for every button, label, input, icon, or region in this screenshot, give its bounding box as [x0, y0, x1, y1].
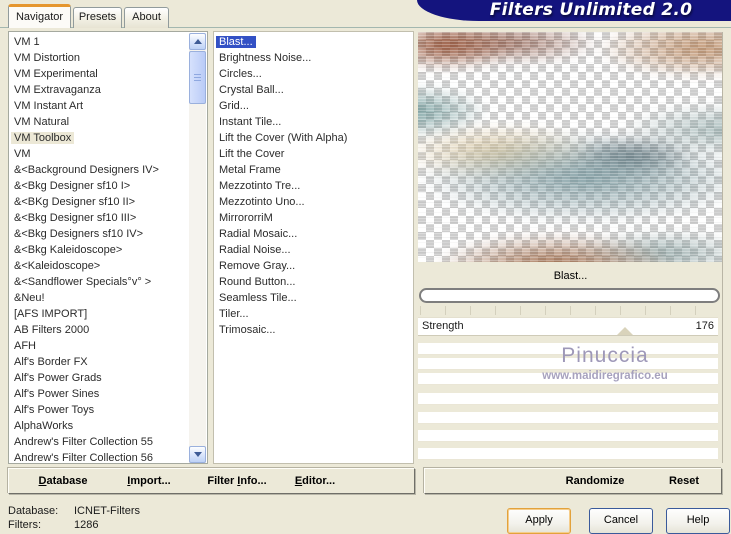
filter-list[interactable]: Blast...Brightness Noise...Circles...Cry… — [213, 31, 414, 464]
selected-filter-label: Blast... — [418, 269, 723, 283]
database-button[interactable]: Database — [29, 469, 97, 493]
filter-preview — [418, 32, 723, 262]
list-item[interactable]: Circles... — [216, 66, 412, 82]
list-item[interactable]: VM Experimental — [11, 66, 188, 82]
list-item[interactable]: VM Extravaganza — [11, 82, 188, 98]
list-item[interactable]: Alf's Power Toys — [11, 402, 188, 418]
help-button[interactable]: Help — [666, 508, 730, 534]
slider-tick-marks — [420, 306, 718, 315]
list-item[interactable]: &<BKg Designer sf10 II> — [11, 194, 188, 210]
list-item[interactable]: Andrew's Filter Collection 56 — [11, 450, 188, 462]
filter-info-button[interactable]: Filter Info... — [193, 469, 281, 493]
scrollbar-grip-icon — [194, 74, 201, 81]
list-item[interactable]: Radial Noise... — [216, 242, 412, 258]
status-filters-value: 1286 — [74, 519, 98, 531]
category-list[interactable]: VM 1VM DistortionVM ExperimentalVM Extra… — [8, 31, 208, 464]
filter-list-items: Blast...Brightness Noise...Circles...Cry… — [216, 34, 412, 462]
list-item[interactable]: AFH — [11, 338, 188, 354]
list-item[interactable]: Tiler... — [216, 306, 412, 322]
list-item[interactable]: Remove Gray... — [216, 258, 412, 274]
strength-slider[interactable]: Strength 176 — [418, 317, 718, 336]
list-item[interactable]: Mezzotinto Uno... — [216, 194, 412, 210]
list-item[interactable]: Lift the Cover (With Alpha) — [216, 130, 412, 146]
import-button[interactable]: Import... — [115, 469, 183, 493]
list-item[interactable]: &<Bkg Designer sf10 I> — [11, 178, 188, 194]
list-item[interactable]: VM Instant Art — [11, 98, 188, 114]
list-item[interactable]: Alf's Power Sines — [11, 386, 188, 402]
status-database-label: Database: — [8, 505, 58, 517]
list-item[interactable]: VM — [11, 146, 188, 162]
list-item[interactable]: Instant Tile... — [216, 114, 412, 130]
list-item[interactable]: Mezzotinto Tre... — [216, 178, 412, 194]
list-item[interactable]: &<Bkg Kaleidoscope> — [11, 242, 188, 258]
scrollbar-thumb[interactable] — [189, 51, 206, 104]
list-item[interactable]: &<Background Designers IV> — [11, 162, 188, 178]
list-item[interactable]: &<Kaleidoscope> — [11, 258, 188, 274]
filters-unlimited-dialog: { "title_bar": { "banner_text": "Filters… — [0, 0, 731, 530]
scroll-down-button[interactable] — [189, 446, 206, 463]
parameter-row — [418, 430, 718, 442]
list-item[interactable]: VM Toolbox — [11, 130, 188, 146]
list-item[interactable]: Andrew's Filter Collection 55 — [11, 434, 188, 450]
app-title: Filters Unlimited 2.0 — [459, 0, 723, 21]
list-item[interactable]: &Neu! — [11, 290, 188, 306]
list-item[interactable]: AlphaWorks — [11, 418, 188, 434]
strength-slider-value: 176 — [696, 320, 714, 332]
progress-bar — [419, 288, 720, 303]
list-item[interactable]: AB Filters 2000 — [11, 322, 188, 338]
list-item[interactable]: &<Sandflower Specials°v° > — [11, 274, 188, 290]
list-item[interactable]: Blast... — [216, 34, 412, 50]
editor-button[interactable]: Editor... — [285, 469, 345, 493]
chevron-down-icon — [194, 452, 202, 457]
list-item[interactable]: Crystal Ball... — [216, 82, 412, 98]
apply-button[interactable]: Apply — [507, 508, 571, 534]
toolbar-left: Database Import... Filter Info...Editor... — [8, 468, 415, 494]
status-database-value: ICNET-Filters — [74, 505, 140, 517]
randomize-button[interactable]: Randomize — [557, 469, 633, 493]
scroll-up-button[interactable] — [189, 33, 206, 50]
cancel-button[interactable]: Cancel — [589, 508, 653, 534]
tab-about[interactable]: About — [124, 7, 169, 28]
list-item[interactable]: &<Bkg Designers sf10 IV> — [11, 226, 188, 242]
list-item[interactable]: Seamless Tile... — [216, 290, 412, 306]
parameter-row — [418, 358, 718, 370]
preview-blast-streaks — [418, 32, 723, 262]
tab-presets[interactable]: Presets — [73, 7, 122, 28]
category-scrollbar[interactable] — [189, 33, 206, 463]
parameter-row — [418, 412, 718, 424]
status-database: Database: ICNET-Filters — [8, 505, 258, 517]
list-item[interactable]: VM 1 — [11, 34, 188, 50]
reset-button[interactable]: Reset — [657, 469, 711, 493]
tab-navigator[interactable]: Navigator — [8, 4, 71, 28]
list-item[interactable]: VM Distortion — [11, 50, 188, 66]
list-item[interactable]: Lift the Cover — [216, 146, 412, 162]
list-item[interactable]: &<Bkg Designer sf10 III> — [11, 210, 188, 226]
list-item[interactable]: Radial Mosaic... — [216, 226, 412, 242]
list-item[interactable]: VM Natural — [11, 114, 188, 130]
status-filters-label: Filters: — [8, 519, 41, 531]
title-banner: Filters Unlimited 2.0 — [417, 0, 731, 21]
list-item[interactable]: Brightness Noise... — [216, 50, 412, 66]
status-filters: Filters: 1286 — [8, 519, 258, 531]
category-list-items: VM 1VM DistortionVM ExperimentalVM Extra… — [11, 34, 188, 462]
list-item[interactable]: MirrororriM — [216, 210, 412, 226]
toolbar-right: Randomize Reset — [424, 468, 722, 494]
list-item[interactable]: Alf's Power Grads — [11, 370, 188, 386]
slider-thumb[interactable] — [617, 327, 633, 335]
list-item[interactable]: Round Button... — [216, 274, 412, 290]
list-item[interactable]: Alf's Border FX — [11, 354, 188, 370]
list-item[interactable]: Metal Frame — [216, 162, 412, 178]
chevron-up-icon — [194, 39, 202, 44]
parameter-row — [418, 373, 718, 385]
parameter-row — [418, 393, 718, 405]
parameter-row — [418, 343, 718, 355]
list-item[interactable]: [AFS IMPORT] — [11, 306, 188, 322]
parameter-row — [418, 448, 718, 460]
panel-right-edge — [722, 32, 723, 463]
list-item[interactable]: Grid... — [216, 98, 412, 114]
list-item[interactable]: Trimosaic... — [216, 322, 412, 338]
strength-slider-label: Strength — [422, 320, 464, 332]
